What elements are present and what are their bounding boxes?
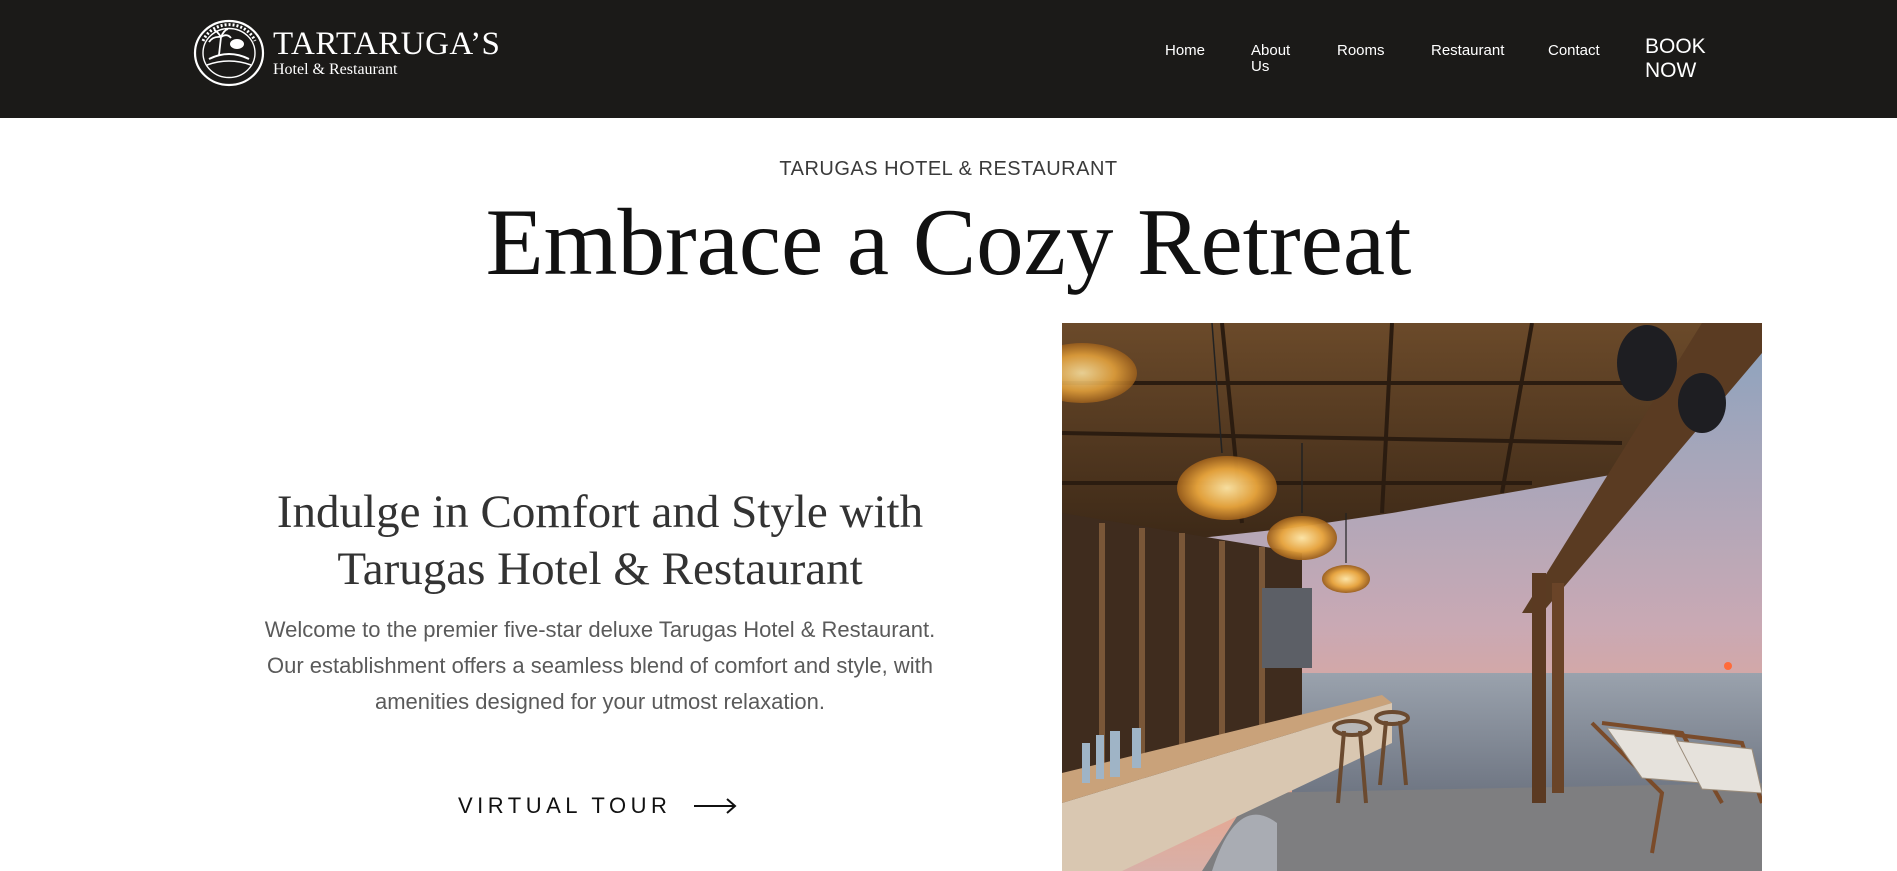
- nav-rooms[interactable]: Rooms: [1337, 43, 1385, 59]
- hero-kicker: TARUGAS HOTEL & RESTAURANT: [779, 158, 1118, 180]
- intro-paragraph-2: Our establishment offers a seamless blen…: [266, 653, 933, 714]
- nav-contact[interactable]: Contact: [1548, 43, 1600, 59]
- intro-description: Welcome to the premier five-star deluxe …: [260, 612, 940, 720]
- nav-restaurant[interactable]: Restaurant: [1431, 43, 1504, 59]
- terrace-bar-sunset-photo: [1062, 323, 1762, 871]
- arrow-right-icon: [694, 798, 737, 814]
- site-header: TARTARUGA’S Hotel & Restaurant Home Abou…: [0, 0, 1897, 118]
- nav-about-us[interactable]: About Us: [1251, 43, 1303, 75]
- intro-heading: Indulge in Comfort and Style with Taruga…: [276, 486, 924, 595]
- virtual-tour-label: VIRTUAL TOUR: [458, 793, 672, 818]
- hero-title: Embrace a Cozy Retreat: [485, 189, 1412, 295]
- intro-paragraph-1: Welcome to the premier five-star deluxe …: [264, 617, 936, 642]
- virtual-tour-link[interactable]: VIRTUAL TOUR: [458, 793, 737, 819]
- nav-home[interactable]: Home: [1165, 43, 1205, 59]
- main-nav: Home About Us Rooms Restaurant Contact B…: [0, 0, 1897, 118]
- book-now-button[interactable]: BOOK NOW: [1645, 35, 1725, 83]
